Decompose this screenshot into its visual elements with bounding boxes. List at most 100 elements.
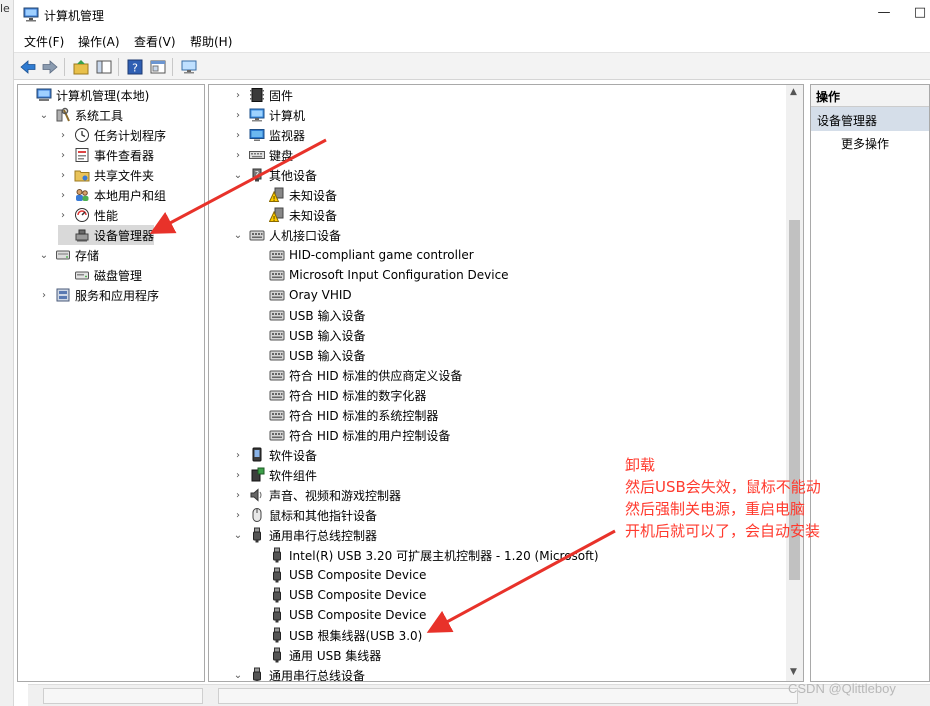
menu-action[interactable]: 操作(A) (78, 33, 120, 50)
nav-tree-item[interactable]: › 服务和应用程序 (39, 285, 159, 305)
properties-icon[interactable] (149, 58, 167, 76)
device-tree-label: USB 输入设备 (289, 308, 366, 323)
device-tree-item[interactable]: USB 输入设备 (253, 305, 365, 325)
scroll-down-icon[interactable]: ▼ (790, 667, 797, 677)
expand-chevron-icon[interactable]: › (58, 150, 68, 161)
usb-icon (269, 567, 285, 583)
actions-device-manager[interactable]: 设备管理器 (811, 107, 929, 131)
device-tree-item[interactable]: › 计算机 (233, 105, 305, 125)
nav-tree-item[interactable]: 磁盘管理 (58, 265, 142, 285)
nav-tree-item[interactable]: › 共享文件夹 (58, 165, 154, 185)
usb-icon (269, 547, 285, 563)
device-tree-item[interactable]: ! 未知设备 (253, 185, 337, 205)
computer-management-icon (36, 87, 52, 103)
device-tree-item[interactable]: ⌄ 通用串行总线设备 (233, 665, 366, 682)
device-tree-item[interactable]: Oray VHID (253, 285, 352, 305)
collapse-chevron-icon[interactable]: ⌄ (39, 250, 49, 261)
device-tree-label: Oray VHID (289, 288, 352, 302)
device-tree-item[interactable]: 符合 HID 标准的数字化器 (253, 385, 426, 405)
device-tree-item[interactable]: 符合 HID 标准的系统控制器 (253, 405, 438, 425)
up-icon[interactable] (72, 58, 90, 76)
nav-tree-item[interactable]: › 性能 (58, 205, 118, 225)
device-tree-item[interactable]: › 鼠标和其他指针设备 (233, 505, 377, 525)
device-tree-label: 鼠标和其他指针设备 (269, 508, 378, 523)
device-tree-item[interactable]: USB Composite Device (253, 585, 426, 605)
keyboard-icon (249, 147, 265, 163)
collapse-chevron-icon[interactable]: ⌄ (233, 230, 243, 241)
device-tree-item[interactable]: 符合 HID 标准的用户控制设备 (253, 425, 450, 445)
warning-device-icon: ! (269, 207, 285, 223)
device-tree-item[interactable]: HID-compliant game controller (253, 245, 474, 265)
device-tree-item[interactable]: ⌄ 人机接口设备 (233, 225, 341, 245)
menu-view[interactable]: 查看(V) (134, 33, 176, 50)
expand-chevron-icon[interactable]: › (58, 170, 68, 181)
device-tree-item[interactable]: ⌄ 通用串行总线控制器 (233, 525, 377, 545)
device-tree-item[interactable]: USB Composite Device (253, 605, 426, 625)
device-tree-item[interactable]: Microsoft Input Configuration Device (253, 265, 509, 285)
device-tree-item[interactable]: USB 输入设备 (253, 345, 365, 365)
show-hide-tree-icon[interactable] (95, 58, 113, 76)
hid-icon (269, 347, 285, 363)
menu-file[interactable]: 文件(F) (24, 33, 64, 50)
device-tree-label: 计算机 (269, 108, 306, 123)
device-tree-label: 符合 HID 标准的供应商定义设备 (289, 368, 463, 383)
expand-chevron-icon[interactable]: › (233, 510, 243, 521)
maximize-button[interactable]: □ (910, 5, 930, 20)
device-tree-item[interactable]: USB 根集线器(USB 3.0) (253, 625, 422, 645)
device-tree-item[interactable]: Intel(R) USB 3.20 可扩展主机控制器 - 1.20 (Micro… (253, 545, 599, 565)
nav-tree-item[interactable]: 设备管理器 (58, 225, 155, 245)
collapse-chevron-icon[interactable]: ⌄ (233, 530, 243, 541)
expand-chevron-icon[interactable]: › (233, 490, 243, 501)
device-tree-item[interactable]: 通用 USB 集线器 (253, 645, 381, 665)
device-tree-item[interactable]: 符合 HID 标准的供应商定义设备 (253, 365, 462, 385)
expand-chevron-icon[interactable]: › (233, 470, 243, 481)
nav-tree-item[interactable]: 计算机管理(本地) (20, 85, 149, 105)
collapse-chevron-icon[interactable]: ⌄ (39, 110, 49, 121)
help-icon[interactable]: ? (126, 58, 144, 76)
mouse-icon (249, 507, 265, 523)
device-tree-item[interactable]: USB 输入设备 (253, 325, 365, 345)
device-tree-item[interactable]: ! 未知设备 (253, 205, 337, 225)
expand-chevron-icon[interactable]: › (233, 450, 243, 461)
collapse-chevron-icon[interactable]: ⌄ (233, 670, 243, 681)
device-tree-item[interactable]: › 键盘 (233, 145, 293, 165)
nav-tree-item[interactable]: › 本地用户和组 (58, 185, 166, 205)
device-tree-item[interactable]: › 声音、视频和游戏控制器 (233, 485, 401, 505)
expand-chevron-icon[interactable]: › (233, 130, 243, 141)
device-tree-label: 通用串行总线设备 (269, 668, 366, 682)
monitor-icon[interactable] (180, 58, 198, 76)
usb-icon (269, 627, 285, 643)
device-tree-item[interactable]: › 监视器 (233, 125, 305, 145)
nav-tree-item[interactable]: ⌄ 系统工具 (39, 105, 123, 125)
expand-chevron-icon[interactable]: › (233, 110, 243, 121)
device-tree-item[interactable]: › 软件组件 (233, 465, 317, 485)
collapse-chevron-icon[interactable]: ⌄ (233, 170, 243, 181)
forward-icon[interactable] (41, 58, 59, 76)
expand-chevron-icon[interactable]: › (58, 130, 68, 141)
annotation-line: 然后USB会失效，鼠标不能动 (625, 478, 821, 496)
device-tree-item[interactable]: › 固件 (233, 85, 293, 105)
nav-tree-item[interactable]: › 事件查看器 (58, 145, 154, 165)
nav-tree-label: 事件查看器 (94, 148, 155, 163)
scroll-segment (43, 688, 203, 704)
device-tree-label: 通用串行总线控制器 (269, 528, 378, 543)
vertical-scrollbar[interactable]: ▲ ▼ (786, 85, 803, 681)
nav-tree-item[interactable]: ⌄ 存储 (39, 245, 99, 265)
menu-help[interactable]: 帮助(H) (190, 33, 232, 50)
device-tree-item[interactable]: USB Composite Device (253, 565, 426, 585)
expand-chevron-icon[interactable]: › (39, 290, 49, 301)
expand-chevron-icon[interactable]: › (58, 210, 68, 221)
back-icon[interactable] (19, 58, 37, 76)
nav-tree-item[interactable]: › 任务计划程序 (58, 125, 166, 145)
expand-chevron-icon[interactable]: › (58, 190, 68, 201)
expand-chevron-icon[interactable]: › (233, 150, 243, 161)
device-tree-item[interactable]: ⌄? 其他设备 (233, 165, 317, 185)
scroll-up-icon[interactable]: ▲ (790, 87, 797, 97)
device-tree-item[interactable]: › 软件设备 (233, 445, 317, 465)
expand-chevron-icon[interactable]: › (233, 90, 243, 101)
annotation-text: 卸载 然后USB会失效，鼠标不能动 然后强制关电源，重启电脑 开机后就可以了，会… (625, 454, 821, 542)
actions-header: 操作 (811, 85, 929, 107)
more-actions-link[interactable]: 更多操作 (841, 135, 889, 152)
hid-icon (269, 387, 285, 403)
minimize-button[interactable]: — (874, 5, 894, 20)
